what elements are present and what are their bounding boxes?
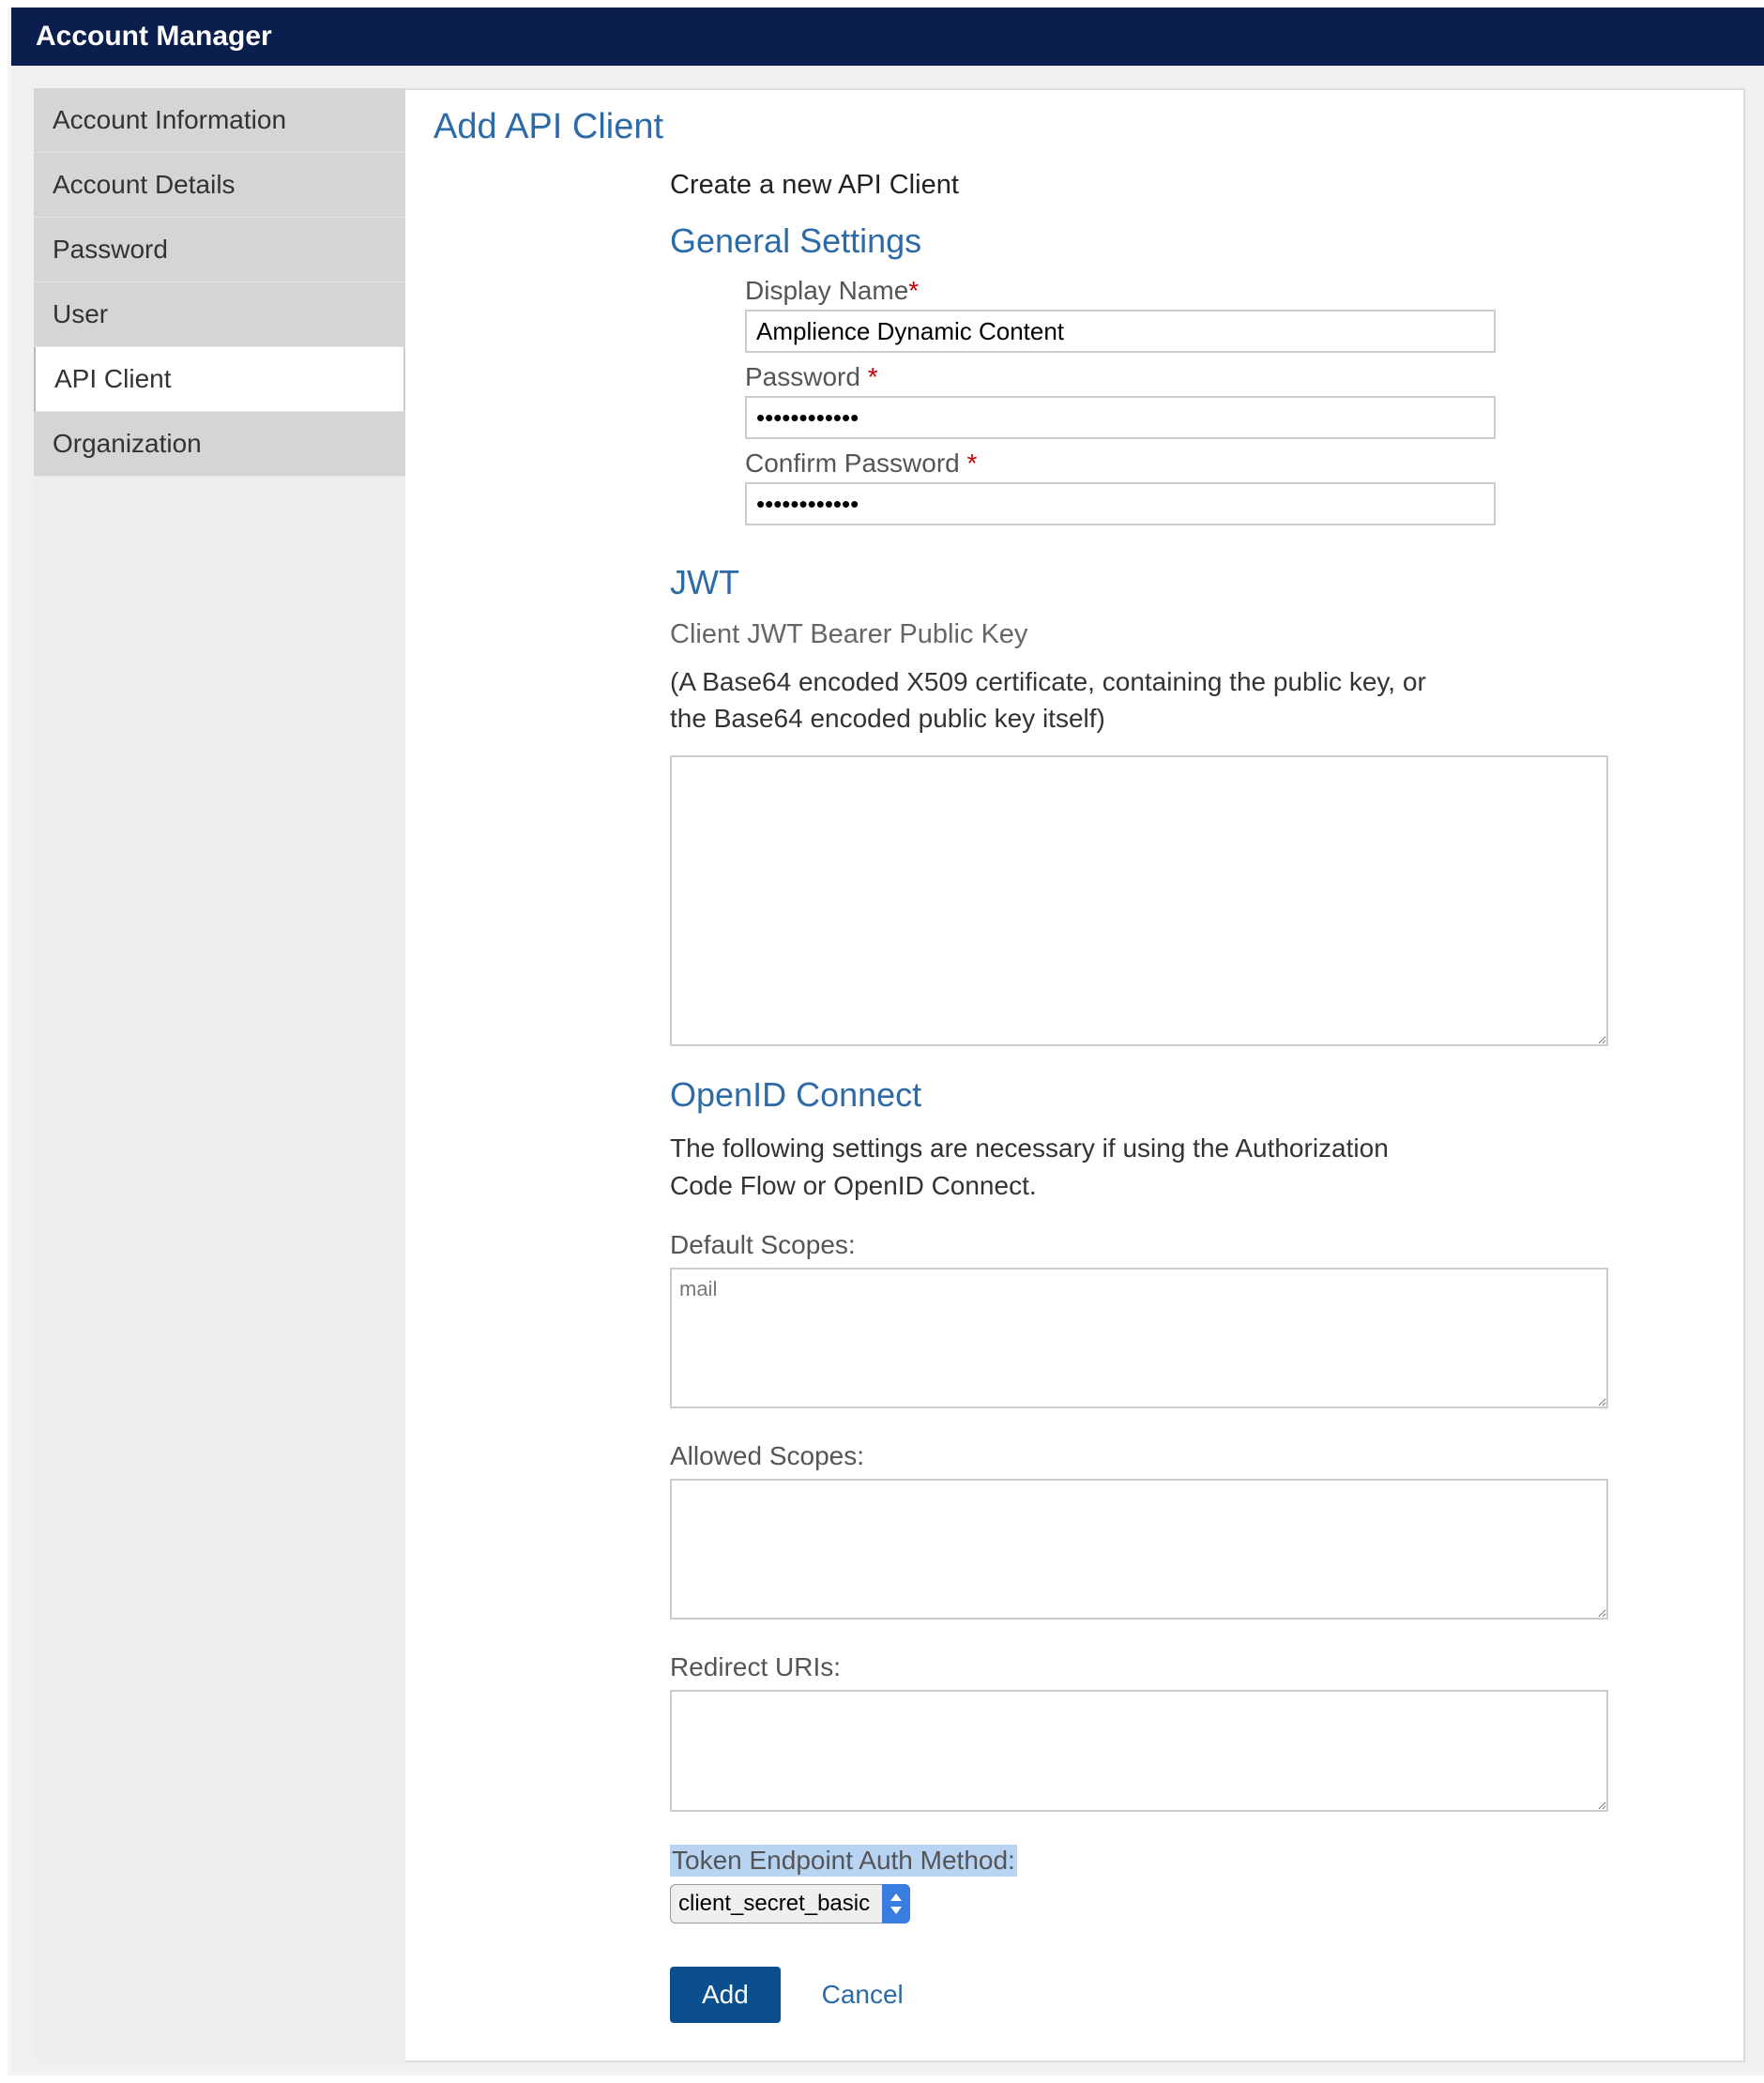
required-asterisk: *	[908, 276, 919, 305]
redirect-uris-textarea[interactable]	[670, 1690, 1608, 1812]
sidebar-item-organization[interactable]: Organization	[34, 412, 405, 477]
page-title: Add API Client	[433, 107, 1715, 147]
oidc-help-text: The following settings are necessary if …	[670, 1130, 1439, 1203]
sidebar-item-password[interactable]: Password	[34, 218, 405, 282]
section-oidc: OpenID Connect The following settings ar…	[670, 1075, 1608, 2022]
page-subtitle: Create a new API Client	[670, 170, 1715, 201]
allowed-scopes-label: Allowed Scopes:	[670, 1441, 1608, 1471]
field-confirm-password: Confirm Password *	[745, 449, 1496, 525]
add-button[interactable]: Add	[670, 1967, 781, 2023]
display-name-input[interactable]	[745, 310, 1496, 353]
sidebar-item-account-details[interactable]: Account Details	[34, 153, 405, 218]
jwt-help-text: (A Base64 encoded X509 certificate, cont…	[670, 663, 1439, 737]
required-asterisk: *	[967, 449, 978, 478]
redirect-uris-label: Redirect URIs:	[670, 1652, 1608, 1682]
token-method-select[interactable]: client_secret_basic	[670, 1884, 910, 1923]
app-title: Account Manager	[11, 8, 1764, 66]
confirm-password-label: Confirm Password *	[745, 449, 1496, 479]
content: Add API Client Create a new API Client G…	[405, 88, 1745, 2062]
jwt-public-key-textarea[interactable]	[670, 755, 1608, 1046]
confirm-password-input[interactable]	[745, 482, 1496, 525]
section-jwt: JWT Client JWT Bearer Public Key (A Base…	[670, 563, 1608, 1053]
field-password: Password *	[745, 362, 1496, 439]
default-scopes-textarea[interactable]: mail	[670, 1268, 1608, 1408]
display-name-label: Display Name*	[745, 276, 1496, 306]
sidebar-item-user[interactable]: User	[34, 282, 405, 347]
cancel-button[interactable]: Cancel	[822, 1980, 904, 2010]
required-asterisk: *	[868, 362, 878, 391]
sidebar-item-account-information[interactable]: Account Information	[34, 88, 405, 153]
jwt-subtitle: Client JWT Bearer Public Key	[670, 619, 1608, 650]
section-title-general: General Settings	[670, 221, 1715, 261]
default-scopes-label: Default Scopes:	[670, 1230, 1608, 1260]
section-title-jwt: JWT	[670, 563, 1608, 602]
password-input[interactable]	[745, 396, 1496, 439]
allowed-scopes-textarea[interactable]	[670, 1479, 1608, 1619]
password-label: Password *	[745, 362, 1496, 392]
sidebar: Account Information Account Details Pass…	[34, 88, 405, 2062]
sidebar-item-api-client[interactable]: API Client	[34, 347, 405, 412]
section-title-oidc: OpenID Connect	[670, 1075, 1608, 1115]
token-method-label: Token Endpoint Auth Method:	[670, 1845, 1017, 1877]
field-display-name: Display Name*	[745, 276, 1496, 353]
section-general: General Settings Display Name* Password …	[433, 221, 1715, 525]
button-row: Add Cancel	[670, 1967, 1608, 2023]
